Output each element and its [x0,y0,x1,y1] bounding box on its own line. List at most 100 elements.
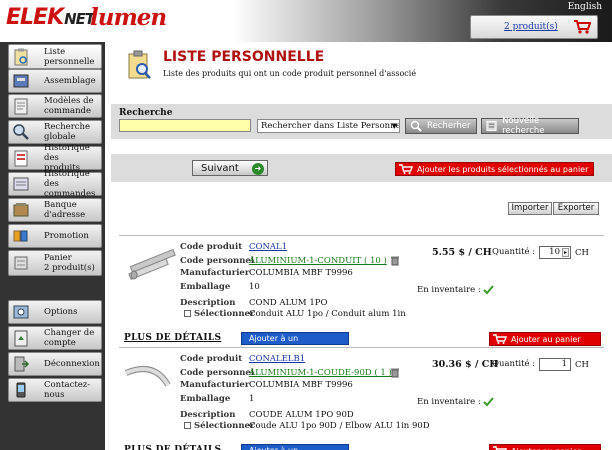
checkmark-icon [483,285,494,295]
more-details-link[interactable]: PLUS DE DÉTAILS [124,445,221,450]
sidebar-item-label: Changer de compte [44,328,95,348]
quantity-value: 10 [549,247,560,257]
quantity-label: Quantité : [492,247,536,257]
search-icon [410,120,422,132]
promotion-icon [13,230,28,242]
main-content: LISTE PERSONNELLE Liste des produits qui… [111,42,612,450]
stock-label: En inventaire : [417,397,481,407]
label-selectionner: Sélectionner [194,421,255,431]
sidebar-item-global-search[interactable]: Recherche globale [8,120,102,144]
personal-code-link[interactable]: ALUMINIUM-1-COUDE-90D ( 1 ) [249,368,392,378]
elbow-product-image[interactable] [124,357,176,393]
product-code-link[interactable]: CONAL1 [249,242,287,252]
sidebar-item-label: Contactez-nous [44,380,91,400]
checkmark-icon [483,397,494,407]
header-cart[interactable]: 2 produit(s) [470,15,598,39]
trash-icon[interactable] [390,367,400,378]
search-button[interactable]: Recherher [405,118,477,134]
action-bar: Suivant ➜ Ajouter les produits sélection… [111,154,612,182]
manufacturer-value: COLUMBIA MBF T9996 [249,380,353,390]
product-row: Code produit CONAL1 Code personnel ALUMI… [119,235,604,354]
sidebar-item-label: Historique des commandes [44,169,96,199]
label-code-produit: Code produit [180,354,243,364]
trash-icon[interactable] [390,255,400,266]
add-to-assembly-button[interactable]: Ajouter à un assemblage [241,332,349,354]
switch-account-icon [14,330,28,347]
language-link[interactable]: English [568,2,602,12]
packaging-value: 10 [249,282,260,292]
quantity-input[interactable]: 10 ▸ [539,246,571,259]
sidebar-item-assembly[interactable]: Assemblage [8,69,102,93]
label-manufacturier: Manufacturier [180,380,250,390]
template-icon [14,98,28,115]
product-history-icon [14,150,28,167]
sidebar-item-order-templates[interactable]: Modèles de commande [8,94,102,118]
new-search-button-label: Nouvelle recherche [502,116,545,136]
product-row: Code produit CONALELB1 Code personnel AL… [119,347,604,450]
stock-label: En inventaire : [417,285,481,295]
sidebar-item-cart[interactable]: Panier 2 produit(s) [8,250,102,276]
order-history-icon [13,177,29,191]
sidebar-item-label: Liste personnelle [44,46,95,67]
cart-icon [493,334,507,344]
add-selected-to-cart-button[interactable]: Ajouter les produits sélectionnés au pan… [395,162,594,176]
sidebar-item-promotion[interactable]: Promotion [8,224,102,248]
personal-code-link[interactable]: ALUMINIUM-1-CONDUIT ( 10 ) [249,256,387,266]
logout-icon [14,356,30,372]
conduit-product-image[interactable] [124,245,176,281]
cart-count-link[interactable]: 2 produit(s) [504,22,558,32]
sidebar-item-product-history[interactable]: Historique des produits [8,143,102,173]
sidebar: Liste personnelle Assemblage Modèles de … [0,42,105,450]
sidebar-item-order-history[interactable]: Historique des commandes [8,169,102,199]
description-value: COND ALUM 1PO [249,298,328,308]
quantity-value: 1 [561,359,567,369]
description-secondary: Conduit ALU 1po / Conduit alum 1in [249,309,406,319]
options-icon [13,305,29,319]
add-selected-label: Ajouter les produits sélectionnés au pan… [417,164,589,174]
next-button[interactable]: Suivant ➜ [192,160,268,176]
quantity-unit: CH [575,360,589,370]
select-checkbox[interactable] [184,310,191,317]
stepper-icon[interactable]: ▸ [562,248,569,257]
cart-icon [14,256,28,270]
quantity-label: Quantité : [492,359,536,369]
chevron-down-icon[interactable]: ▼ [392,120,397,132]
product-price: 5.55 $ / CH [432,247,492,258]
search-scope-select[interactable]: Rechercher dans Liste Personnelle ▼ [257,119,400,133]
quantity-input[interactable]: 1 [539,358,571,371]
product-code-link[interactable]: CONALELB1 [249,354,305,364]
sidebar-item-logout[interactable]: Déconnexion [8,352,102,376]
add-to-assembly-button[interactable]: Ajouter à un assemblage [241,444,349,450]
description-secondary: Coude ALU 1po 90D / Elbow ALU 1in 90D [249,421,430,431]
sidebar-item-address-book[interactable]: Banque d'adresse [8,198,102,222]
sidebar-item-contact[interactable]: Contactez-nous [8,378,102,402]
quantity-unit: CH [575,248,589,258]
sidebar-item-label: Options [44,307,78,317]
new-search-button[interactable]: Nouvelle recherche [481,116,579,136]
export-button[interactable]: Exporter [553,202,599,215]
search-label: Recherche [119,108,173,118]
sidebar-item-switch-account[interactable]: Changer de compte [8,326,102,350]
next-button-label: Suivant [201,162,239,174]
manufacturer-value: COLUMBIA MBF T9996 [249,268,353,278]
sidebar-item-options[interactable]: Options [8,300,102,324]
label-selectionner: Sélectionner [194,309,255,319]
more-details-link[interactable]: PLUS DE DÉTAILS [124,333,221,343]
add-to-cart-label: Ajouter au panier [511,447,581,450]
elek-net-logo[interactable]: ELEKNET [6,5,95,30]
sidebar-item-label: Déconnexion [44,359,100,369]
sidebar-item-personal-list[interactable]: Liste personnelle [8,44,102,69]
add-to-cart-button[interactable]: Ajouter au panier [489,332,601,346]
lumen-logo[interactable]: lumen [90,4,167,31]
add-to-cart-button[interactable]: Ajouter au panier [489,444,601,450]
page-subtitle: Liste des produits qui ont un code produ… [163,69,417,78]
logo-elek-text: ELEK [6,5,64,30]
arrow-right-icon: ➜ [252,163,264,175]
new-search-icon [486,120,497,132]
select-checkbox[interactable] [184,422,191,429]
row-divider [119,235,604,236]
search-input[interactable] [119,119,251,132]
shopping-cart-icon[interactable] [573,19,591,35]
import-button[interactable]: Importer [508,202,552,215]
sidebar-item-label: Recherche globale [44,122,91,142]
